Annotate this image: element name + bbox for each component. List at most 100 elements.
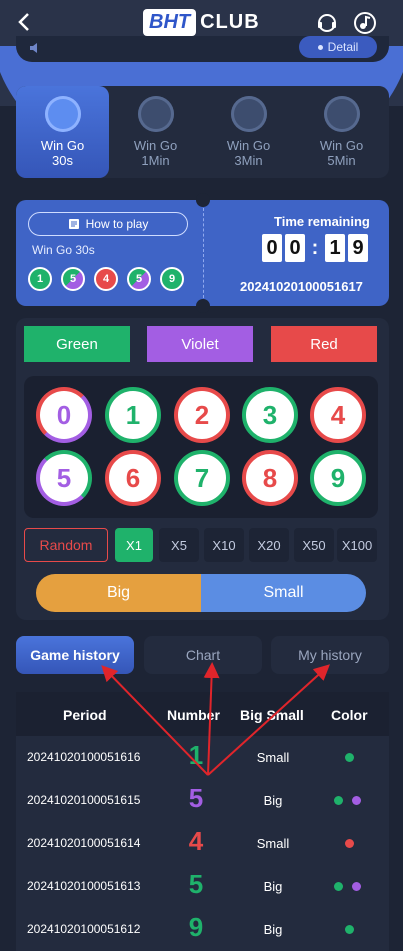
- table-row: 20241020100051616 1 Small: [16, 736, 389, 779]
- row-period: 20241020100051613: [27, 879, 141, 893]
- tab-win-go-3min[interactable]: Win Go 3Min: [202, 86, 295, 178]
- row-number: 1: [188, 740, 204, 770]
- multiplier-x100[interactable]: X100: [337, 528, 377, 562]
- big-button[interactable]: Big: [36, 574, 201, 612]
- tab-win-go-30s[interactable]: Win Go 30s: [16, 86, 109, 178]
- row-colors: [345, 839, 363, 848]
- result-ball: 9: [160, 267, 184, 291]
- ticket-notch: [196, 193, 210, 207]
- result-ball: 5: [127, 267, 151, 291]
- countdown-digit: 0: [285, 234, 305, 262]
- result-ball: 1: [28, 267, 52, 291]
- book-icon: [68, 219, 79, 229]
- logo-prefix: BHT: [143, 8, 197, 36]
- row-big-small: Small: [256, 836, 290, 851]
- small-button[interactable]: Small: [201, 574, 366, 612]
- row-colors: [345, 925, 363, 934]
- clock-icon: [230, 96, 267, 132]
- row-big-small: Small: [256, 750, 290, 765]
- ball-number: 8: [250, 458, 290, 498]
- multiplier-x1[interactable]: X1: [115, 528, 153, 562]
- table-row: 20241020100051612 9 Big: [16, 908, 389, 951]
- detail-label: Detail: [327, 40, 359, 54]
- clock-icon: [323, 96, 360, 132]
- ball-number: 3: [250, 395, 290, 435]
- ball-number: 1: [113, 395, 153, 435]
- result-ball: 4: [94, 267, 118, 291]
- row-number: 5: [188, 783, 204, 813]
- tab-win-go-1min[interactable]: Win Go 1Min: [109, 86, 202, 178]
- header-color: Color: [331, 707, 368, 723]
- countdown-digit: 1: [325, 234, 345, 262]
- tab-win-go-5min[interactable]: Win Go 5Min: [295, 86, 388, 178]
- ticket-notch: [196, 299, 210, 313]
- countdown: 0 0 : 1 9: [262, 234, 371, 262]
- tab-game-history[interactable]: Game history: [16, 636, 134, 674]
- detail-dot-icon: [317, 44, 323, 50]
- green-dot: [334, 882, 343, 891]
- result-ball: 5: [61, 267, 85, 291]
- number-ball-4[interactable]: 4: [310, 387, 366, 443]
- number-ball-8[interactable]: 8: [242, 450, 298, 506]
- header-number: Number: [167, 707, 220, 723]
- row-number: 4: [188, 826, 204, 856]
- number-ball-9[interactable]: 9: [310, 450, 366, 506]
- violet-button[interactable]: Violet: [147, 326, 253, 362]
- row-big-small: Big: [263, 922, 283, 937]
- tab-label: Win Go 30s: [40, 138, 85, 168]
- random-button[interactable]: Random: [24, 528, 108, 562]
- multiplier-x10[interactable]: X10: [204, 528, 244, 562]
- logo-suffix: CLUB: [200, 10, 260, 33]
- number-ball-7[interactable]: 7: [174, 450, 230, 506]
- header-big-small: Big Small: [240, 707, 304, 723]
- ball-number: 0: [44, 395, 84, 435]
- header-period: Period: [63, 707, 107, 723]
- how-to-play-button[interactable]: How to play: [28, 212, 188, 236]
- row-period: 20241020100051615: [27, 793, 141, 807]
- row-period: 20241020100051612: [27, 922, 141, 936]
- green-button[interactable]: Green: [24, 326, 130, 362]
- row-colors: [334, 796, 370, 805]
- number-ball-2[interactable]: 2: [174, 387, 230, 443]
- tab-label: Win Go 5Min: [319, 138, 364, 168]
- number-ball-3[interactable]: 3: [242, 387, 298, 443]
- number-ball-6[interactable]: 6: [105, 450, 161, 506]
- table-row: 20241020100051614 4 Small: [16, 822, 389, 865]
- number-ball-5[interactable]: 5: [36, 450, 92, 506]
- table-row: 20241020100051613 5 Big: [16, 865, 389, 908]
- clock-icon: [137, 96, 174, 132]
- red-dot: [345, 839, 354, 848]
- violet-dot: [352, 882, 361, 891]
- music-icon[interactable]: [353, 11, 377, 35]
- clock-icon: [44, 96, 81, 132]
- countdown-colon: :: [311, 236, 319, 259]
- row-big-small: Big: [263, 879, 283, 894]
- violet-dot: [352, 796, 361, 805]
- table-row: 20241020100051615 5 Big: [16, 779, 389, 822]
- ball-number: 9: [318, 458, 358, 498]
- tab-my-history[interactable]: My history: [271, 636, 389, 674]
- green-dot: [345, 925, 354, 934]
- number-ball-1[interactable]: 1: [105, 387, 161, 443]
- multiplier-x5[interactable]: X5: [159, 528, 199, 562]
- tab-label: Win Go 3Min: [226, 138, 271, 168]
- multiplier-x50[interactable]: X50: [294, 528, 334, 562]
- number-ball-0[interactable]: 0: [36, 387, 92, 443]
- ball-number: 7: [182, 458, 222, 498]
- app-logo: BHT CLUB: [143, 6, 260, 38]
- multiplier-x20[interactable]: X20: [249, 528, 289, 562]
- red-button[interactable]: Red: [271, 326, 377, 362]
- current-game-label: Win Go 30s: [32, 243, 95, 257]
- speaker-icon: [30, 43, 37, 53]
- detail-button[interactable]: Detail: [299, 36, 377, 58]
- ticket-divider: [203, 208, 204, 298]
- current-period: 20241020100051617: [240, 279, 363, 294]
- how-to-play-label: How to play: [85, 217, 149, 231]
- ball-number: 4: [318, 395, 358, 435]
- countdown-digit: 9: [348, 234, 368, 262]
- recent-results: 1 5 4 5 9: [28, 267, 193, 291]
- time-remaining-label: Time remaining: [274, 214, 370, 229]
- tab-chart[interactable]: Chart: [144, 636, 262, 674]
- customer-service-icon[interactable]: [315, 11, 339, 35]
- back-arrow-icon[interactable]: [14, 11, 36, 33]
